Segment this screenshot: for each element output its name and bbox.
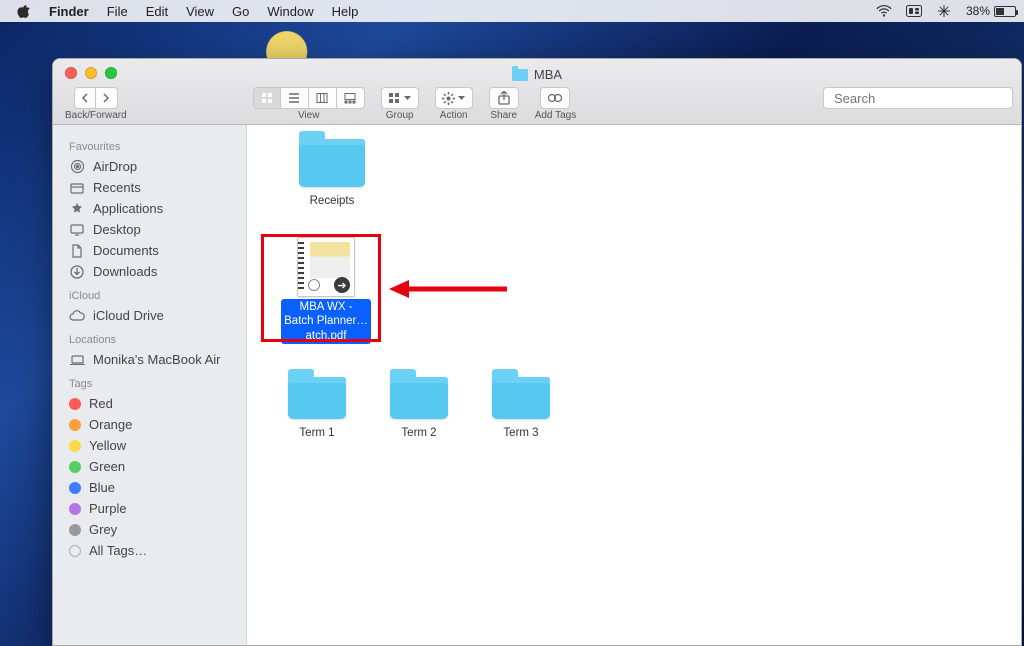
sidebar-item-documents[interactable]: Documents <box>53 240 246 261</box>
pdf-file-icon: ➔ <box>297 237 355 297</box>
window-title-text: MBA <box>534 67 562 82</box>
macos-menubar: Finder File Edit View Go Window Help 38% <box>0 0 1024 22</box>
folder-icon <box>390 377 448 419</box>
airdrop-icon <box>69 159 85 174</box>
window-titlebar: MBA Back/Forward <box>53 59 1021 125</box>
sidebar-tag-yellow[interactable]: Yellow <box>53 435 246 456</box>
file-label: Term 3 <box>500 425 541 441</box>
menu-view[interactable]: View <box>177 4 223 19</box>
file-label: MBA WX - Batch Planner…atch.pdf <box>281 299 371 344</box>
recents-icon <box>69 181 85 195</box>
tag-dot-icon <box>69 503 81 515</box>
finder-content[interactable]: Receipts ➔ MBA WX - Batch Planner…atch.p… <box>247 125 1021 645</box>
tag-dot-icon <box>69 398 81 410</box>
sidebar: Favourites AirDrop Recents Applications … <box>53 125 247 645</box>
annotation-arrow <box>389 277 509 301</box>
menu-edit[interactable]: Edit <box>137 4 177 19</box>
folder-icon <box>288 377 346 419</box>
sidebar-tag-orange[interactable]: Orange <box>53 414 246 435</box>
tag-dot-icon <box>69 545 81 557</box>
window-title: MBA <box>53 67 1021 82</box>
sidebar-section-favourites: Favourites <box>53 133 246 156</box>
sidebar-section-tags: Tags <box>53 370 246 393</box>
file-label: Receipts <box>307 193 358 209</box>
nav-label: Back/Forward <box>65 110 127 121</box>
menu-window[interactable]: Window <box>258 4 322 19</box>
group-label: Group <box>386 110 414 121</box>
documents-icon <box>69 244 85 258</box>
folder-icon <box>512 69 528 81</box>
sidebar-tag-grey[interactable]: Grey <box>53 519 246 540</box>
laptop-icon <box>69 355 85 365</box>
sidebar-section-locations: Locations <box>53 326 246 349</box>
group-button[interactable] <box>381 87 419 109</box>
folder-icon <box>492 377 550 419</box>
folder-term-1[interactable]: Term 1 <box>275 377 359 441</box>
tag-dot-icon <box>69 524 81 536</box>
view-icons-button[interactable] <box>253 87 281 109</box>
forward-button[interactable] <box>96 87 118 109</box>
alias-arrow-icon: ➔ <box>334 277 350 293</box>
applications-icon <box>69 202 85 216</box>
sidebar-tag-purple[interactable]: Purple <box>53 498 246 519</box>
file-label: Term 2 <box>398 425 439 441</box>
share-button[interactable] <box>489 87 519 109</box>
file-mba-wx-batch-planner-pdf[interactable]: ➔ MBA WX - Batch Planner…atch.pdf <box>271 237 381 344</box>
finder-window: MBA Back/Forward <box>52 58 1022 646</box>
sidebar-section-icloud: iCloud <box>53 282 246 305</box>
folder-term-2[interactable]: Term 2 <box>377 377 461 441</box>
downloads-icon <box>69 265 85 279</box>
sidebar-item-airdrop[interactable]: AirDrop <box>53 156 246 177</box>
sidebar-item-desktop[interactable]: Desktop <box>53 219 246 240</box>
wifi-icon[interactable] <box>876 4 892 18</box>
battery-percent: 38% <box>966 4 990 18</box>
menu-help[interactable]: Help <box>323 4 368 19</box>
sidebar-item-icloud-drive[interactable]: iCloud Drive <box>53 305 246 326</box>
view-list-button[interactable] <box>281 87 309 109</box>
folder-receipts[interactable]: Receipts <box>287 139 377 209</box>
battery-icon <box>994 6 1016 17</box>
tag-dot-icon <box>69 461 81 473</box>
tag-dot-icon <box>69 419 81 431</box>
view-columns-button[interactable] <box>309 87 337 109</box>
cloud-icon <box>69 310 85 321</box>
apple-menu[interactable] <box>8 4 40 18</box>
tags-label: Add Tags <box>535 110 577 121</box>
menu-go[interactable]: Go <box>223 4 258 19</box>
back-button[interactable] <box>74 87 96 109</box>
app-name[interactable]: Finder <box>40 4 98 19</box>
battery-status[interactable]: 38% <box>966 4 1016 18</box>
view-gallery-button[interactable] <box>337 87 365 109</box>
control-center-icon[interactable] <box>906 4 922 18</box>
folder-term-3[interactable]: Term 3 <box>479 377 563 441</box>
toolbar: Back/Forward <box>61 87 1013 121</box>
sidebar-tag-red[interactable]: Red <box>53 393 246 414</box>
action-button[interactable] <box>435 87 473 109</box>
sidebar-item-recents[interactable]: Recents <box>53 177 246 198</box>
tag-dot-icon <box>69 482 81 494</box>
sidebar-item-applications[interactable]: Applications <box>53 198 246 219</box>
add-tags-button[interactable] <box>540 87 570 109</box>
tag-dot-icon <box>69 440 81 452</box>
sidebar-item-downloads[interactable]: Downloads <box>53 261 246 282</box>
sidebar-tag-green[interactable]: Green <box>53 456 246 477</box>
menu-extra-icon[interactable] <box>936 4 952 18</box>
sidebar-tag-blue[interactable]: Blue <box>53 477 246 498</box>
share-label: Share <box>490 110 517 121</box>
sidebar-tag-all[interactable]: All Tags… <box>53 540 246 561</box>
folder-icon <box>299 139 365 187</box>
file-label: Term 1 <box>296 425 337 441</box>
action-label: Action <box>440 110 468 121</box>
search-input[interactable] <box>834 91 1010 106</box>
sidebar-item-laptop[interactable]: Monika's MacBook Air <box>53 349 246 370</box>
desktop-icon <box>69 224 85 236</box>
view-label: View <box>298 110 320 121</box>
search-field[interactable] <box>823 87 1013 109</box>
menu-file[interactable]: File <box>98 4 137 19</box>
